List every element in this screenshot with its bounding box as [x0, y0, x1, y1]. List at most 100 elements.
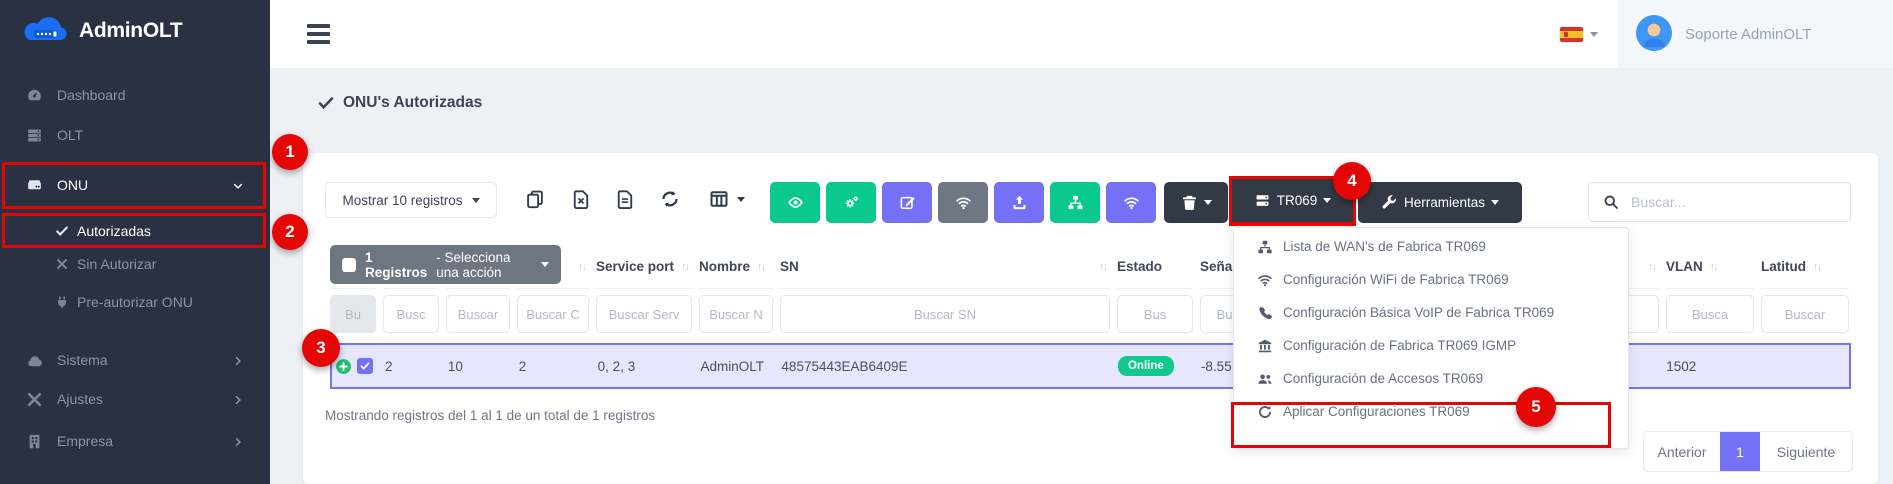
view-onu-button[interactable]	[770, 182, 820, 223]
menu-item-config-accesos[interactable]: Configuración de Accesos TR069	[1234, 362, 1628, 395]
col-header-latitud[interactable]: Latitud↑↓	[1761, 245, 1849, 289]
herramientas-dropdown-button[interactable]: Herramientas	[1358, 182, 1522, 223]
main-content: ONU's Autorizadas Mostrar 10 registros	[270, 68, 1893, 484]
sidebar-item-sistema[interactable]: Sistema	[0, 344, 270, 376]
menu-item-aplicar-configuraciones[interactable]: Aplicar Configuraciones TR069	[1234, 395, 1628, 428]
spain-flag-icon	[1560, 27, 1583, 42]
filter-input	[330, 295, 376, 333]
edit-onu-button[interactable]	[882, 182, 932, 223]
sidebar-item-autorizadas[interactable]: Autorizadas	[0, 214, 270, 247]
upload-button[interactable]	[994, 182, 1044, 223]
sort-icon[interactable]: ↑↓	[1648, 261, 1655, 273]
sidebar-item-empresa[interactable]: Empresa	[0, 425, 270, 457]
bulk-action-dropdown[interactable]: 1 Registros - Selecciona una acción	[330, 245, 561, 284]
sidebar-item-sin-autorizar[interactable]: Sin Autorizar	[0, 248, 270, 280]
filter-input[interactable]	[446, 295, 510, 333]
check-icon	[55, 224, 69, 238]
phone-icon	[1257, 305, 1273, 321]
sidebar-item-onu[interactable]: ONU	[0, 164, 270, 206]
sidebar-item-pre-autorizar[interactable]: Pre-autorizar ONU	[0, 286, 270, 318]
col-header-estado[interactable]: Estado	[1117, 245, 1193, 289]
pagination-next[interactable]: Siguiente	[1760, 432, 1852, 471]
search-icon	[1603, 194, 1619, 210]
sort-icon[interactable]: ↑↓	[1099, 261, 1106, 273]
brand-logo[interactable]: AdminOLT	[24, 14, 182, 47]
expand-row-plus-icon[interactable]	[335, 358, 352, 375]
brand-name: AdminOLT	[79, 19, 182, 43]
tools-icon	[26, 391, 43, 408]
sidebar: AdminOLT Dashboard OLT ONU Autorizadas S…	[0, 0, 270, 484]
col-header-vlan[interactable]: VLAN↑↓	[1666, 245, 1754, 289]
filter-input-latitud[interactable]	[1761, 295, 1849, 333]
select-all-checkbox[interactable]	[342, 258, 356, 272]
filter-input-sn[interactable]	[780, 295, 1110, 333]
sitemap-icon	[1067, 194, 1084, 211]
menu-item-config-voip[interactable]: Configuración Básica VoIP de Fabrica TR0…	[1234, 296, 1628, 329]
pagination: Anterior 1 Siguiente	[1643, 431, 1853, 472]
chevron-right-icon	[232, 393, 244, 405]
pagination-prev[interactable]: Anterior	[1644, 432, 1720, 471]
sidebar-item-label: Autorizadas	[77, 223, 151, 239]
network-map-button[interactable]	[1050, 182, 1100, 223]
wifi-config-button[interactable]	[938, 182, 988, 223]
sort-icon[interactable]: ↑↓	[757, 261, 764, 273]
language-selector[interactable]	[1560, 27, 1598, 42]
cell-estado: Online	[1118, 356, 1194, 376]
col-header-sn[interactable]: SN↑↓	[780, 245, 1110, 289]
annotation-step-1: 1	[272, 134, 308, 170]
configure-onu-button[interactable]	[826, 182, 876, 223]
sidebar-item-label: Empresa	[57, 433, 113, 449]
hamburger-menu-icon[interactable]	[307, 24, 330, 44]
cell-vlan: 1502	[1666, 359, 1754, 374]
sort-icon[interactable]: ↑↓	[1710, 261, 1717, 273]
filter-input[interactable]	[517, 295, 589, 333]
sidebar-item-ajustes[interactable]: Ajustes	[0, 383, 270, 415]
x-icon	[55, 257, 69, 271]
onu-device-icon	[26, 177, 43, 194]
copy-icon[interactable]	[525, 189, 545, 209]
sidebar-item-olt[interactable]: OLT	[0, 118, 270, 152]
users-icon	[1257, 371, 1273, 387]
sidebar-item-dashboard[interactable]: Dashboard	[0, 78, 270, 112]
sort-icon[interactable]: ↑↓	[578, 261, 585, 273]
bank-icon	[1257, 338, 1273, 354]
sidebar-item-label: Ajustes	[57, 391, 103, 407]
annotation-step-4: 4	[1333, 162, 1371, 200]
cell: 2	[385, 359, 441, 374]
upload-icon	[1011, 194, 1028, 211]
table-info-text: Mostrando registros del 1 al 1 de un tot…	[325, 408, 655, 423]
excel-export-icon[interactable]	[571, 189, 591, 209]
cloud-olt-logo-icon	[24, 14, 70, 47]
menu-item-config-igmp[interactable]: Configuración de Fabrica TR069 IGMP	[1234, 329, 1628, 362]
columns-visibility-icon[interactable]	[709, 189, 729, 209]
filter-input[interactable]	[383, 295, 439, 333]
filter-input-nombre[interactable]	[699, 295, 773, 333]
annotation-step-2: 2	[272, 214, 308, 250]
col-header-nombre[interactable]: Nombre↑↓	[699, 245, 773, 289]
sort-icon[interactable]: ↑↓	[681, 261, 688, 273]
filter-input-vlan[interactable]	[1666, 295, 1754, 333]
sort-icon[interactable]: ↑↓	[1813, 261, 1820, 273]
sidebar-item-label: Pre-autorizar ONU	[77, 294, 193, 310]
wifi-icon	[1257, 272, 1273, 288]
menu-item-lista-wans[interactable]: Lista de WAN's de Fabrica TR069	[1234, 230, 1628, 263]
refresh-icon[interactable]	[660, 189, 680, 209]
col-header-service-port[interactable]: Service port↑↓	[596, 245, 692, 289]
delete-dropdown-button[interactable]	[1164, 182, 1228, 223]
show-entries-dropdown[interactable]: Mostrar 10 registros	[325, 182, 497, 218]
search-input[interactable]	[1631, 194, 1836, 210]
user-menu[interactable]: Soporte AdminOLT	[1618, 0, 1893, 68]
menu-item-config-wifi[interactable]: Configuración WiFi de Fabrica TR069	[1234, 263, 1628, 296]
filter-input-service-port[interactable]	[596, 295, 692, 333]
topbar: Soporte AdminOLT	[270, 0, 1893, 68]
gears-icon	[843, 194, 860, 211]
pagination-page-1[interactable]: 1	[1720, 432, 1760, 471]
document-export-icon[interactable]	[615, 189, 635, 209]
filter-input-estado[interactable]	[1117, 295, 1193, 333]
table-card: Mostrar 10 registros TR069 Herramien	[303, 153, 1878, 484]
plug-icon	[55, 295, 69, 309]
caret-down-icon[interactable]	[737, 197, 745, 202]
wifi-status-button[interactable]	[1106, 182, 1156, 223]
row-checkbox[interactable]	[357, 358, 373, 374]
user-name: Soporte AdminOLT	[1685, 26, 1811, 43]
